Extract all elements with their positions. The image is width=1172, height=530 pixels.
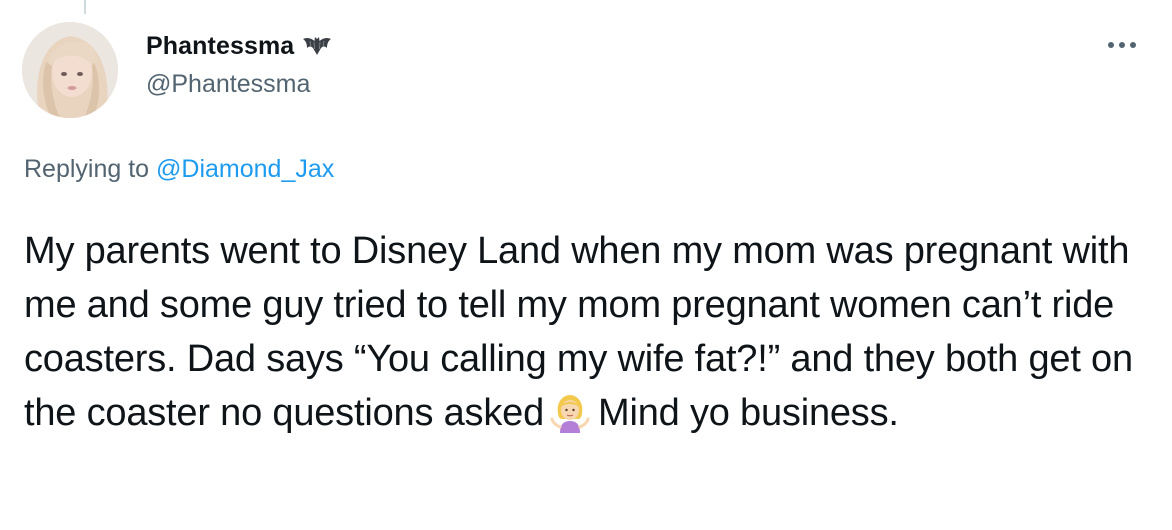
woman-shrugging-emoji	[550, 393, 590, 448]
more-options-icon	[1108, 42, 1136, 48]
bat-icon	[302, 35, 332, 57]
tweet-text: My parents went to Disney Land when my m…	[24, 224, 1154, 448]
tweet-text-ending: Mind yo business.	[598, 392, 899, 434]
thread-connector-line	[84, 0, 86, 14]
avatar[interactable]	[22, 22, 118, 118]
more-options-button[interactable]	[1102, 30, 1142, 60]
author-handle[interactable]: @Phantessma	[146, 70, 332, 99]
profile-photo	[22, 22, 118, 118]
reply-mention-link[interactable]: @Diamond_Jax	[156, 155, 334, 183]
reply-context-prefix: Replying to	[24, 155, 157, 183]
author-name-row: Phantessma	[146, 30, 332, 62]
author-display-name[interactable]: Phantessma	[146, 32, 294, 61]
reply-context: Replying to @Diamond_Jax	[24, 155, 334, 184]
tweet-author-header: Phantessma @Phantessma	[146, 30, 332, 99]
